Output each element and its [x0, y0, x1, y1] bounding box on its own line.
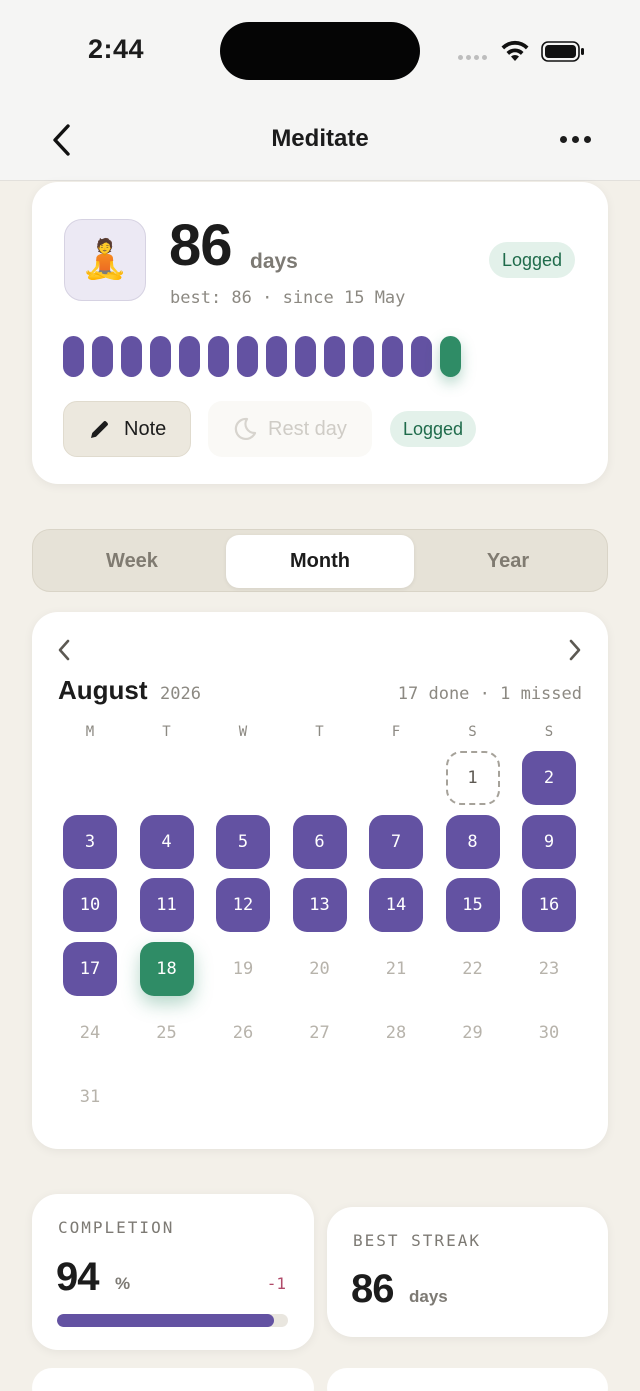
calendar-day[interactable]: 8 [445, 814, 500, 869]
recent-days-strip [63, 336, 461, 377]
done-pip [237, 336, 258, 377]
page-title: Meditate [271, 125, 369, 152]
calendar-day[interactable]: 3 [63, 814, 117, 869]
moon-icon [234, 417, 257, 440]
done-pip [121, 336, 142, 377]
done-pip [208, 336, 229, 377]
calendar-day[interactable]: 14 [369, 878, 423, 933]
top-bar: 2:44 Meditate [0, 0, 640, 181]
weekday-header: W [238, 724, 248, 740]
calendar-day[interactable]: 24 [63, 1006, 117, 1060]
calendar-day[interactable]: 29 [446, 1006, 500, 1060]
calendar-day[interactable]: 25 [140, 1006, 194, 1060]
completion-card: COMPLETION 94 % -1 [32, 1194, 314, 1350]
signal-icon [458, 55, 487, 60]
done-pip [353, 336, 374, 377]
calendar-day[interactable]: 2 [522, 751, 576, 805]
calendar-day[interactable]: 22 [446, 942, 500, 996]
best-streak-unit: days [409, 1287, 448, 1306]
best-streak-line: best: 86 · since 15 May [170, 288, 406, 308]
tab-year[interactable]: Year [414, 535, 602, 588]
calendar-day[interactable]: 1 [445, 751, 500, 805]
calendar-day[interactable]: 11 [139, 878, 194, 933]
current-streak: 86 [169, 213, 233, 278]
completion-value: 94 [56, 1255, 99, 1299]
status-time: 2:44 [88, 34, 145, 64]
streak-unit: days [250, 250, 298, 273]
done-pip [179, 336, 200, 377]
calendar-day[interactable]: 9 [522, 814, 576, 869]
calendar-year: 2026 [160, 684, 201, 704]
completion-delta: -1 [266, 1274, 286, 1293]
calendar-day[interactable]: 12 [216, 878, 270, 933]
weekday-header: M [85, 724, 95, 740]
calendar-day[interactable]: 19 [216, 942, 270, 996]
completion-progress [57, 1314, 288, 1327]
note-button[interactable]: Note [63, 401, 191, 457]
calendar-day[interactable]: 16 [522, 878, 576, 933]
tab-week[interactable]: Week [38, 535, 226, 588]
calendar-day[interactable]: 26 [216, 1006, 270, 1060]
done-pip [150, 336, 171, 377]
weekday-header: T [162, 724, 171, 740]
calendar-day[interactable]: 5 [216, 814, 270, 869]
calendar-summary: 17 done · 1 missed [397, 684, 582, 704]
calendar-day[interactable]: 31 [63, 1070, 117, 1124]
habit-card: 🧘 86 days best: 86 · since 15 May Logged… [32, 182, 608, 484]
status-badge: Logged [489, 242, 576, 278]
calendar-day[interactable]: 13 [292, 878, 347, 933]
today-pip [440, 336, 461, 377]
next-stat-card [32, 1368, 314, 1391]
wifi-icon [501, 40, 529, 61]
calendar-day[interactable]: 27 [293, 1006, 347, 1060]
battery-icon [541, 41, 584, 62]
calendar-day[interactable]: 6 [292, 814, 347, 869]
rest-day-label: Rest day [268, 417, 347, 440]
calendar-day[interactable]: 28 [369, 1006, 423, 1060]
done-pip [295, 336, 316, 377]
best-streak-value: 86 [351, 1267, 394, 1311]
calendar-card: August 2026 17 done · 1 missed MTWTFSS12… [32, 612, 608, 1149]
completion-unit: % [115, 1274, 131, 1293]
calendar-day[interactable]: 30 [522, 1006, 576, 1060]
completion-progress-fill [57, 1314, 275, 1327]
done-pip [92, 336, 113, 377]
previous-month-icon[interactable] [56, 638, 72, 662]
done-pip [324, 336, 345, 377]
rest-status-badge: Logged [390, 411, 477, 447]
calendar-day[interactable]: 7 [369, 814, 423, 869]
done-pip [63, 336, 84, 377]
best-streak-card: BEST STREAK 86 days [327, 1207, 608, 1337]
calendar-day[interactable]: 20 [293, 942, 347, 996]
rest-day-button[interactable]: Rest day [208, 401, 372, 457]
done-pip [266, 336, 287, 377]
done-pip [382, 336, 403, 377]
calendar-day[interactable]: 18 [139, 942, 194, 997]
calendar-month: August [58, 675, 148, 705]
weekday-header: T [315, 724, 324, 740]
more-options-icon[interactable] [560, 136, 591, 143]
done-pip [411, 336, 432, 377]
calendar-day[interactable]: 10 [63, 878, 117, 933]
completion-label: COMPLETION [58, 1218, 175, 1237]
note-label: Note [124, 417, 167, 440]
calendar-day[interactable]: 17 [63, 942, 117, 997]
calendar-day[interactable]: 21 [369, 942, 423, 996]
range-tabs: Week Month Year [32, 529, 608, 592]
dynamic-island [220, 22, 420, 80]
weekday-header: S [544, 724, 554, 740]
next-stat-card [327, 1368, 608, 1391]
weekday-header: F [391, 724, 401, 740]
next-month-icon[interactable] [567, 638, 583, 662]
meditation-icon: 🧘 [64, 219, 146, 301]
calendar-day[interactable]: 23 [522, 942, 576, 996]
pencil-icon [91, 421, 108, 438]
tab-month[interactable]: Month [226, 535, 414, 588]
calendar-day[interactable]: 4 [139, 814, 194, 869]
calendar-day[interactable]: 15 [445, 878, 500, 933]
best-streak-label: BEST STREAK [353, 1231, 481, 1250]
weekday-header: S [468, 724, 477, 740]
